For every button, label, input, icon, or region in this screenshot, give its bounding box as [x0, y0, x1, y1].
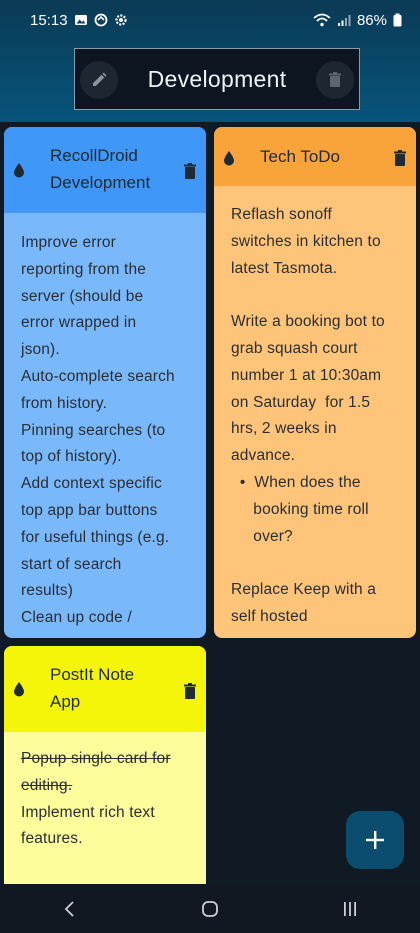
nav-home-button[interactable] [190, 894, 230, 924]
signal-icon [337, 13, 351, 27]
body-line: top app bar buttons [21, 501, 158, 519]
delete-board-button[interactable] [316, 61, 354, 99]
card-title[interactable]: PostIt Note App [50, 661, 134, 715]
body-line: from history. [21, 394, 108, 412]
body-line: results) [21, 582, 74, 600]
page-title: Development [147, 65, 287, 92]
card-title-line: App [50, 692, 81, 711]
body-line: • When does the [231, 473, 361, 491]
add-note-button[interactable] [346, 811, 404, 869]
status-bar: 15:13 86% [0, 0, 420, 40]
battery-percentage: 86% [356, 11, 387, 29]
note-card-tech-todo[interactable]: Tech ToDo Reflash sonoff switches in kitch… [214, 127, 416, 638]
nav-recents-button[interactable] [330, 894, 370, 924]
edit-title-button[interactable] [80, 61, 118, 99]
body-line: booking time roll [231, 500, 369, 518]
body-line: reporting from the [21, 260, 147, 278]
delete-card-trash-icon[interactable] [182, 682, 198, 700]
settings-gear-icon [114, 13, 128, 27]
body-line: latest Tasmota. [231, 259, 338, 277]
body-line: Implement rich text [21, 803, 155, 821]
struck-line: editing. [21, 776, 73, 794]
body-line: server (should be [21, 287, 144, 305]
body-line: Write a booking bot to [231, 313, 385, 331]
system-navigation-bar [0, 884, 420, 933]
struck-line: Popup single card for [21, 750, 171, 767]
card-title-line: RecollDroid [50, 146, 138, 165]
trash-icon [329, 72, 341, 87]
body-line: number 1 at 10:30am [231, 366, 382, 384]
card-header: Tech ToDo [214, 127, 416, 186]
body-line: grab squash court [231, 339, 358, 357]
note-card-postit-app[interactable]: PostIt Note App Popup single card for editi… [4, 646, 206, 886]
body-line: Add context specific [21, 475, 162, 493]
status-time: 15:13 [30, 11, 68, 29]
body-line: Reflash sonoff [231, 206, 332, 223]
gallery-icon [74, 13, 88, 27]
body-line [231, 550, 400, 577]
body-line: advance. [231, 447, 296, 465]
body-line: on Saturday for 1.5 [231, 393, 371, 411]
nav-back-button[interactable] [50, 894, 90, 924]
delete-card-trash-icon[interactable] [392, 149, 408, 167]
card-title[interactable]: Tech ToDo [260, 143, 340, 170]
body-line: self hosted [231, 607, 308, 625]
body-line: hrs, 2 weeks in [231, 420, 337, 438]
body-line: error wrapped in [21, 314, 137, 332]
body-line: Replace Keep with a [231, 581, 377, 599]
body-line: json). [21, 341, 60, 359]
sync-icon [94, 13, 108, 27]
delete-card-trash-icon[interactable] [182, 162, 198, 180]
card-title-line: Development [50, 173, 151, 192]
home-circle-icon [202, 900, 218, 917]
body-line: start of search [21, 555, 122, 573]
card-title-line: PostIt Note [50, 665, 135, 684]
body-line [231, 282, 400, 309]
pencil-icon [93, 72, 107, 86]
plus-icon [366, 831, 384, 849]
card-body[interactable]: Reflash sonoff switches in kitchen to late… [214, 202, 416, 631]
card-body[interactable]: Popup single card for editing. Implement r… [4, 746, 206, 853]
card-header: RecollDroid Development [4, 127, 206, 213]
wifi-icon [313, 13, 331, 27]
board-title-bar: Development [74, 48, 360, 110]
card-header: PostIt Note App [4, 646, 206, 732]
body-line: Pinning searches (to [21, 421, 166, 439]
color-drop-icon[interactable] [12, 681, 26, 697]
note-card-recolldroid[interactable]: RecollDroid Development Improve error repor… [4, 127, 206, 638]
color-drop-icon[interactable] [12, 162, 26, 178]
body-line: Clean up code / [21, 609, 132, 627]
body-line: Auto-complete search [21, 367, 175, 385]
battery-icon [393, 13, 402, 27]
card-title-line: Tech ToDo [260, 147, 341, 166]
body-line: Improve error [21, 234, 116, 251]
body-line: for useful things (e.g. [21, 528, 170, 546]
color-drop-icon[interactable] [222, 150, 236, 166]
body-line: features. [21, 830, 83, 848]
recents-icon [344, 901, 356, 916]
card-title[interactable]: RecollDroid Development [50, 142, 150, 196]
card-body[interactable]: Improve error reporting from the server (s… [4, 230, 206, 632]
back-chevron-icon [64, 900, 74, 917]
body-line: switches in kitchen to [231, 232, 381, 250]
body-line: top of history). [21, 448, 122, 466]
body-line: over? [231, 527, 293, 545]
